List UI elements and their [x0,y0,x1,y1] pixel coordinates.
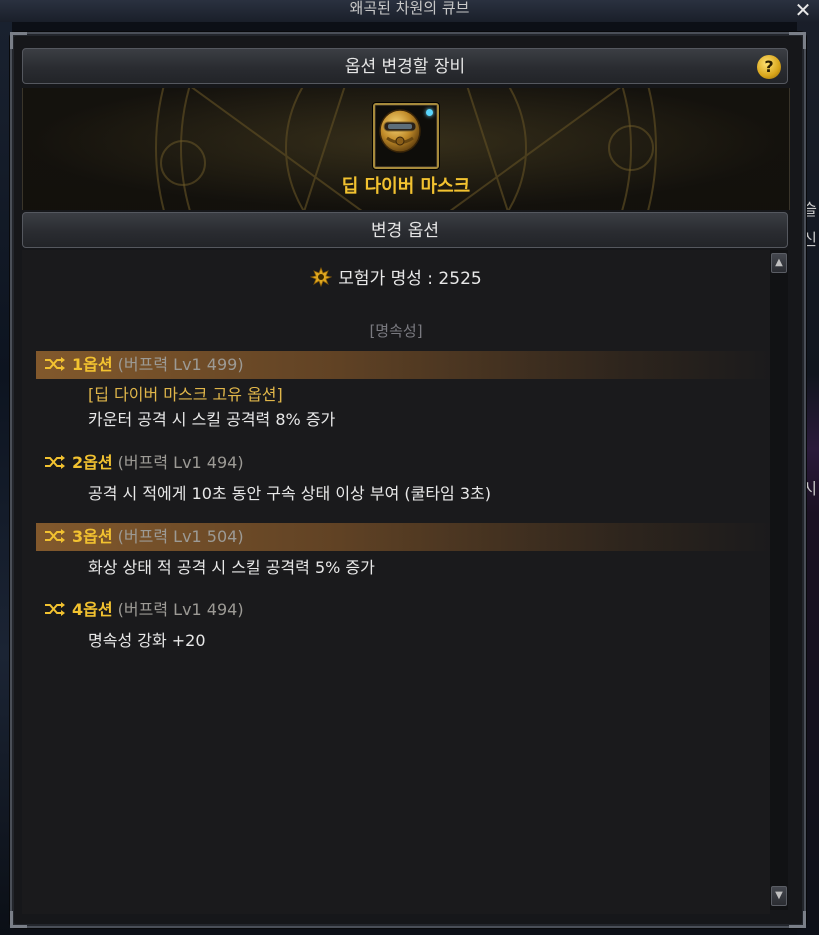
frame-corner [789,911,806,928]
options-header: 변경 옵션 [22,212,788,248]
shuffle-icon [45,529,65,543]
shuffle-icon [45,455,65,469]
frame-corner [789,32,806,49]
equipment-header: 옵션 변경할 장비 ? [22,48,788,84]
option-number: 2옵션 [72,453,113,472]
option-1-header[interactable]: 1옵션 (버프력 Lv1 499) [36,351,770,379]
option-4-header[interactable]: 4옵션 (버프력 Lv1 494) [36,596,770,624]
fame-crest-icon [310,267,333,287]
option-buff-level: (버프력 Lv1 494) [117,600,244,619]
fame-row: 모험가 명성 : 2525 [22,264,770,289]
shuffle-icon [45,602,65,616]
shuffle-icon [45,357,65,371]
option-1-unique-label: [딥 다이버 마스크 고유 옵션] [88,385,283,404]
item-slot[interactable] [373,103,439,169]
element-label: [명속성] [369,322,423,340]
option-buff-level: (버프력 Lv1 499) [117,355,244,374]
equipment-header-title: 옵션 변경할 장비 [344,57,466,77]
option-1-text: 카운터 공격 시 스킬 공격력 8% 증가 [88,410,336,429]
option-number: 3옵션 [72,527,113,546]
scroll-down-button[interactable]: ▼ [771,886,787,906]
fame-label: 모험가 명성 : 2525 [338,269,482,289]
option-number: 4옵션 [72,600,113,619]
option-2-header[interactable]: 2옵션 (버프력 Lv1 494) [36,449,770,477]
help-icon[interactable]: ? [757,55,781,79]
item-name: 딥 다이버 마스크 [341,176,471,197]
item-display-panel: 딥 다이버 마스크 [22,88,790,210]
option-2-text: 공격 시 적에게 10초 동안 구속 상태 이상 부여 (쿨타임 3초) [88,484,492,503]
option-number: 1옵션 [72,355,113,374]
option-3-header[interactable]: 3옵션 (버프력 Lv1 504) [36,523,770,551]
options-header-title: 변경 옵션 [371,221,439,241]
window-title: 왜곡된 차원의 큐브 [0,0,819,22]
options-content: 모험가 명성 : 2525 [명속성] 1옵션 (버프력 Lv1 499) [딥… [22,250,770,914]
frame-corner [10,32,27,49]
option-4-text: 명속성 강화 +20 [88,631,206,650]
diving-helmet-icon [379,109,421,153]
item-gem-indicator [426,109,433,116]
option-buff-level: (버프력 Lv1 504) [117,527,244,546]
option-buff-level: (버프력 Lv1 494) [117,453,244,472]
close-button[interactable]: ✕ [793,0,813,20]
scrollbar[interactable]: ▲ ▼ [770,250,788,910]
scroll-up-button[interactable]: ▲ [771,253,787,273]
option-3-text: 화상 상태 적 공격 시 스킬 공격력 5% 증가 [88,558,375,577]
